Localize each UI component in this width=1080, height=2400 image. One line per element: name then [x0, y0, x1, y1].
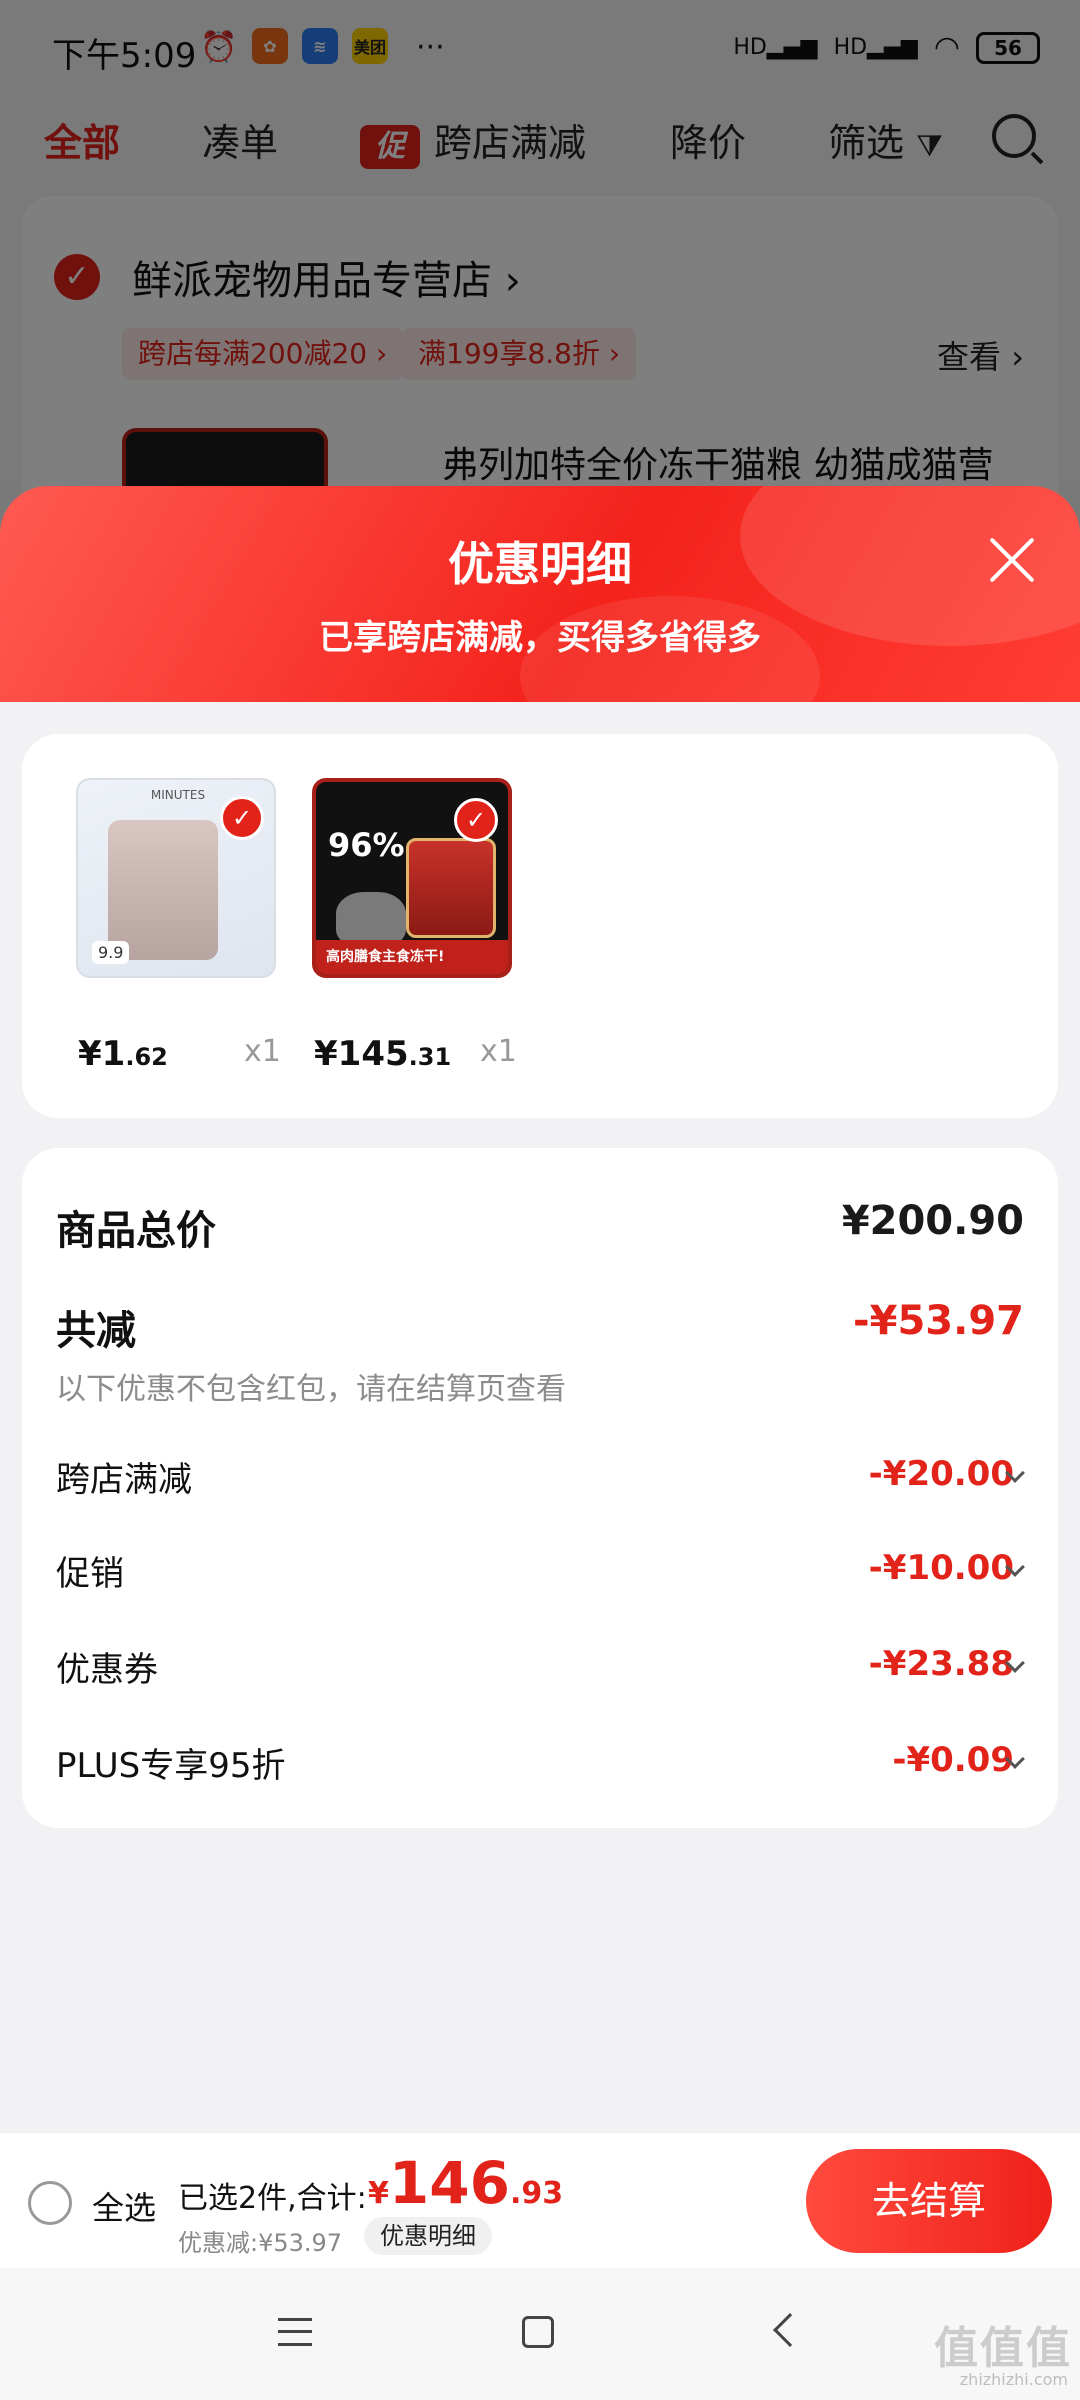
price-summary-card: 商品总价 ¥200.90 共减 -¥53.97 以下优惠不包含红包，请在结算页查… — [22, 1148, 1058, 1828]
product-2-headline: 96% — [328, 826, 405, 864]
discount-item-cross-store-value[interactable]: -¥20.00 — [869, 1454, 1014, 1494]
discount-sheet-body: MINUTES 9.9 ✓ 96% 高肉膳食主食冻干! ✓ ¥1.62 x1 ¥… — [0, 702, 1080, 2132]
total-discount-label: 共减 — [56, 1308, 136, 1354]
total-price-label: 商品总价 — [56, 1208, 216, 1254]
watermark: 值值值 — [934, 2323, 1072, 2374]
discount-item-plus-value[interactable]: -¥0.09 — [892, 1740, 1014, 1780]
checkout-bar: 全选 已选2件,合计: ¥146.93 优惠减:¥53.97 优惠明细 去结算 — [0, 2132, 1080, 2268]
cat-illustration — [336, 892, 406, 946]
discount-hint: 以下优惠不包含红包，请在结算页查看 — [56, 1372, 566, 1407]
menu-icon[interactable] — [278, 2318, 312, 2346]
home-icon[interactable] — [522, 2316, 554, 2348]
product-2-banner: 高肉膳食主食冻干! — [316, 940, 508, 974]
product-1-price-int: ¥1 — [78, 1034, 126, 1074]
product-1-qty: x1 — [244, 1034, 281, 1069]
selected-count-text: 已选2件,合计: — [178, 2181, 367, 2216]
product-2-can — [406, 838, 496, 938]
discount-item-coupon-value[interactable]: -¥23.88 — [869, 1644, 1014, 1684]
product-1-check-icon: ✓ — [220, 796, 264, 840]
product-2-qty: x1 — [480, 1034, 517, 1069]
discount-sheet-header: 优惠明细 已享跨店满减，买得多省得多 — [0, 486, 1080, 702]
product-1-price: ¥1.62 — [78, 1034, 168, 1074]
total-discount-value: -¥53.97 — [853, 1298, 1024, 1344]
discount-item-cross-store-label[interactable]: 跨店满减 — [56, 1452, 192, 1501]
system-nav-bar — [0, 2268, 1080, 2400]
product-1-package — [108, 820, 218, 960]
checkout-button[interactable]: 去结算 — [806, 2149, 1052, 2253]
selected-products-card: MINUTES 9.9 ✓ 96% 高肉膳食主食冻干! ✓ ¥1.62 x1 ¥… — [22, 734, 1058, 1118]
discount-item-promotion-label[interactable]: 促销 — [56, 1546, 124, 1595]
total-currency: ¥ — [368, 2176, 389, 2211]
total-price-value: ¥200.90 — [841, 1198, 1024, 1244]
saved-amount: 优惠减:¥53.97 — [178, 2229, 343, 2257]
product-2-price-int: ¥145 — [314, 1034, 409, 1074]
discount-item-coupon-label[interactable]: 优惠券 — [56, 1642, 158, 1691]
back-icon[interactable] — [773, 2313, 807, 2347]
product-2-check-icon: ✓ — [454, 798, 498, 842]
product-image-shampoo[interactable]: MINUTES 9.9 ✓ — [76, 778, 276, 978]
product-1-badge: 9.9 — [92, 941, 130, 964]
close-icon[interactable] — [984, 532, 1040, 588]
total-decimal: .93 — [509, 2176, 564, 2211]
total-integer: 146 — [388, 2149, 510, 2217]
product-1-price-dec: .62 — [125, 1043, 168, 1071]
select-all-label[interactable]: 全选 — [92, 2183, 156, 2229]
discount-item-promotion-value[interactable]: -¥10.00 — [869, 1548, 1014, 1588]
select-all-checkbox[interactable] — [28, 2181, 72, 2225]
discount-detail-button[interactable]: 优惠明细 — [364, 2217, 492, 2255]
sheet-subtitle: 已享跨店满减，买得多省得多 — [319, 618, 761, 658]
product-2-price-dec: .31 — [408, 1043, 452, 1071]
sheet-title: 优惠明细 — [448, 537, 632, 591]
product-2-price: ¥145.31 — [314, 1034, 451, 1074]
total-amount: ¥146.93 — [368, 2149, 563, 2217]
watermark-url: zhizhizhi.com — [959, 2370, 1068, 2389]
discount-item-plus-label[interactable]: PLUS专享95折 — [56, 1738, 285, 1787]
product-image-cat-food[interactable]: 96% 高肉膳食主食冻干! ✓ — [312, 778, 512, 978]
